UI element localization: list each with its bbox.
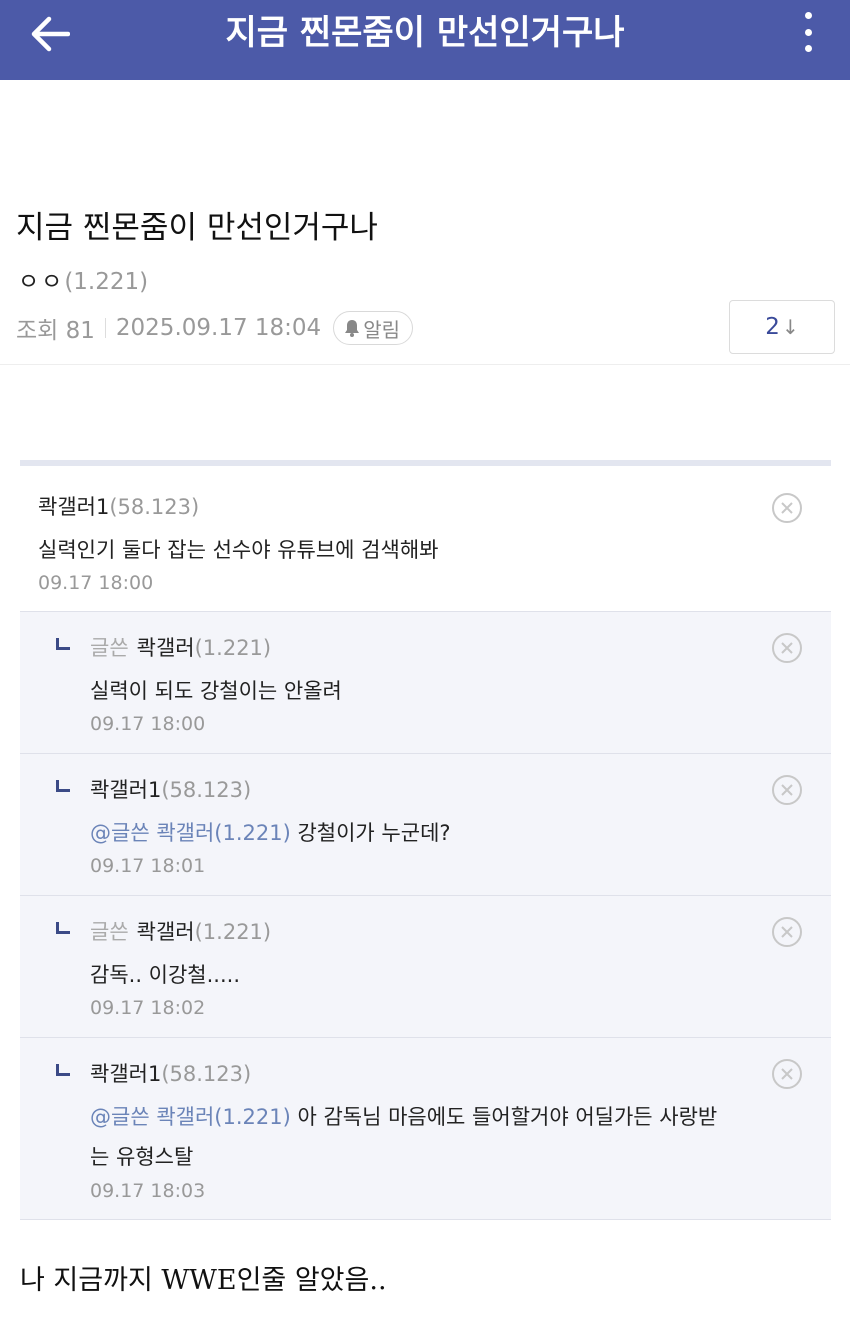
writer-tag: 글쓴 bbox=[90, 636, 129, 660]
author-nickname[interactable]: ㅇㅇ bbox=[18, 269, 64, 295]
comment-count-button[interactable]: 2 ↓ bbox=[729, 300, 835, 354]
comment-text: 실력인기 둘다 잡는 선수야 유튜브에 검색해봐 bbox=[38, 538, 439, 562]
more-vertical-icon bbox=[804, 12, 812, 19]
reply-text: 강철이가 누군데? bbox=[297, 821, 451, 845]
reply-nickname[interactable]: 콱갤러1 bbox=[90, 1062, 161, 1086]
reply-item: 콱갤러1(58.123) @글쓴 콱갤러(1.221) 아 감독님 마음에도 들… bbox=[20, 1038, 831, 1220]
reply-arrow-icon bbox=[56, 922, 70, 934]
reply-arrow-icon bbox=[56, 638, 70, 650]
reply-text: 아 감독님 마음에도 들어할거야 어딜가든 사랑받 bbox=[297, 1105, 718, 1129]
reply-ip: (1.221) bbox=[194, 636, 272, 660]
reply-nickname[interactable]: 콱갤러1 bbox=[90, 778, 161, 802]
back-button[interactable] bbox=[26, 12, 74, 56]
reply-text-continued: 는 유형스탈 bbox=[90, 1145, 194, 1169]
reply-mention[interactable]: @글쓴 콱갤러(1.221) bbox=[90, 1105, 291, 1129]
reply-item: 콱갤러1(58.123) @글쓴 콱갤러(1.221) 강철이가 누군데? 09… bbox=[20, 754, 831, 896]
header-divider bbox=[0, 364, 850, 365]
reply-time: 09.17 18:03 bbox=[90, 1180, 206, 1202]
delete-icon[interactable] bbox=[771, 916, 803, 948]
caption-text: 나 지금까지 WWE인줄 알았음.. bbox=[20, 1265, 387, 1296]
alarm-label: 알림 bbox=[363, 317, 401, 342]
reply-mention[interactable]: @글쓴 콱갤러(1.221) bbox=[90, 821, 291, 845]
arrow-left-icon bbox=[31, 16, 70, 52]
header-title: 지금 찐몬줌이 만선인거구나 bbox=[225, 13, 625, 53]
reply-text: 감독.. 이강철..... bbox=[90, 963, 241, 987]
writer-tag: 글쓴 bbox=[90, 920, 129, 944]
reply-ip: (1.221) bbox=[194, 920, 272, 944]
more-options-button[interactable] bbox=[796, 12, 820, 52]
author-ip: (1.221) bbox=[64, 269, 149, 295]
post-title: 지금 찐몬줌이 만선인거구나 bbox=[16, 210, 378, 246]
app-header: 지금 찐몬줌이 만선인거구나 bbox=[0, 0, 850, 80]
meta-divider bbox=[104, 318, 106, 338]
bell-icon bbox=[345, 320, 360, 337]
arrow-down-icon: ↓ bbox=[781, 315, 799, 339]
reply-time: 09.17 18:02 bbox=[90, 997, 206, 1019]
post-author: ㅇㅇ(1.221) bbox=[18, 262, 148, 296]
delete-icon[interactable] bbox=[771, 632, 803, 664]
reply-time: 09.17 18:01 bbox=[90, 855, 206, 877]
alarm-button[interactable]: 알림 bbox=[333, 311, 414, 345]
reply-text: 실력이 되도 강철이는 안올려 bbox=[90, 679, 342, 703]
reply-arrow-icon bbox=[56, 1064, 70, 1076]
delete-icon[interactable] bbox=[771, 1058, 803, 1090]
comment-count: 2 bbox=[765, 314, 780, 340]
reply-ip: (58.123) bbox=[161, 778, 252, 802]
view-count: 조회 81 bbox=[16, 318, 95, 344]
comment-nickname[interactable]: 콱갤러1 bbox=[38, 495, 109, 519]
comment-item: 콱갤러1(58.123) 실력인기 둘다 잡는 선수야 유튜브에 검색해봐 09… bbox=[20, 466, 831, 612]
comment-time: 09.17 18:00 bbox=[38, 572, 154, 594]
reply-nickname[interactable]: 콱갤러 bbox=[137, 920, 195, 944]
comment-ip: (58.123) bbox=[109, 495, 200, 519]
delete-icon[interactable] bbox=[771, 492, 803, 524]
reply-arrow-icon bbox=[56, 780, 70, 792]
delete-icon[interactable] bbox=[771, 774, 803, 806]
reply-item: 글쓴 콱갤러(1.221) 실력이 되도 강철이는 안올려 09.17 18:00 bbox=[20, 612, 831, 754]
reply-ip: (58.123) bbox=[161, 1062, 252, 1086]
reply-time: 09.17 18:00 bbox=[90, 713, 206, 735]
reply-item: 글쓴 콱갤러(1.221) 감독.. 이강철..... 09.17 18:02 bbox=[20, 896, 831, 1038]
comment-list: 콱갤러1(58.123) 실력인기 둘다 잡는 선수야 유튜브에 검색해봐 09… bbox=[20, 460, 831, 1220]
reply-nickname[interactable]: 콱갤러 bbox=[137, 636, 195, 660]
post-date: 2025.09.17 18:04 bbox=[115, 315, 322, 341]
post-meta: 조회 81 2025.09.17 18:04 알림 bbox=[16, 311, 414, 345]
